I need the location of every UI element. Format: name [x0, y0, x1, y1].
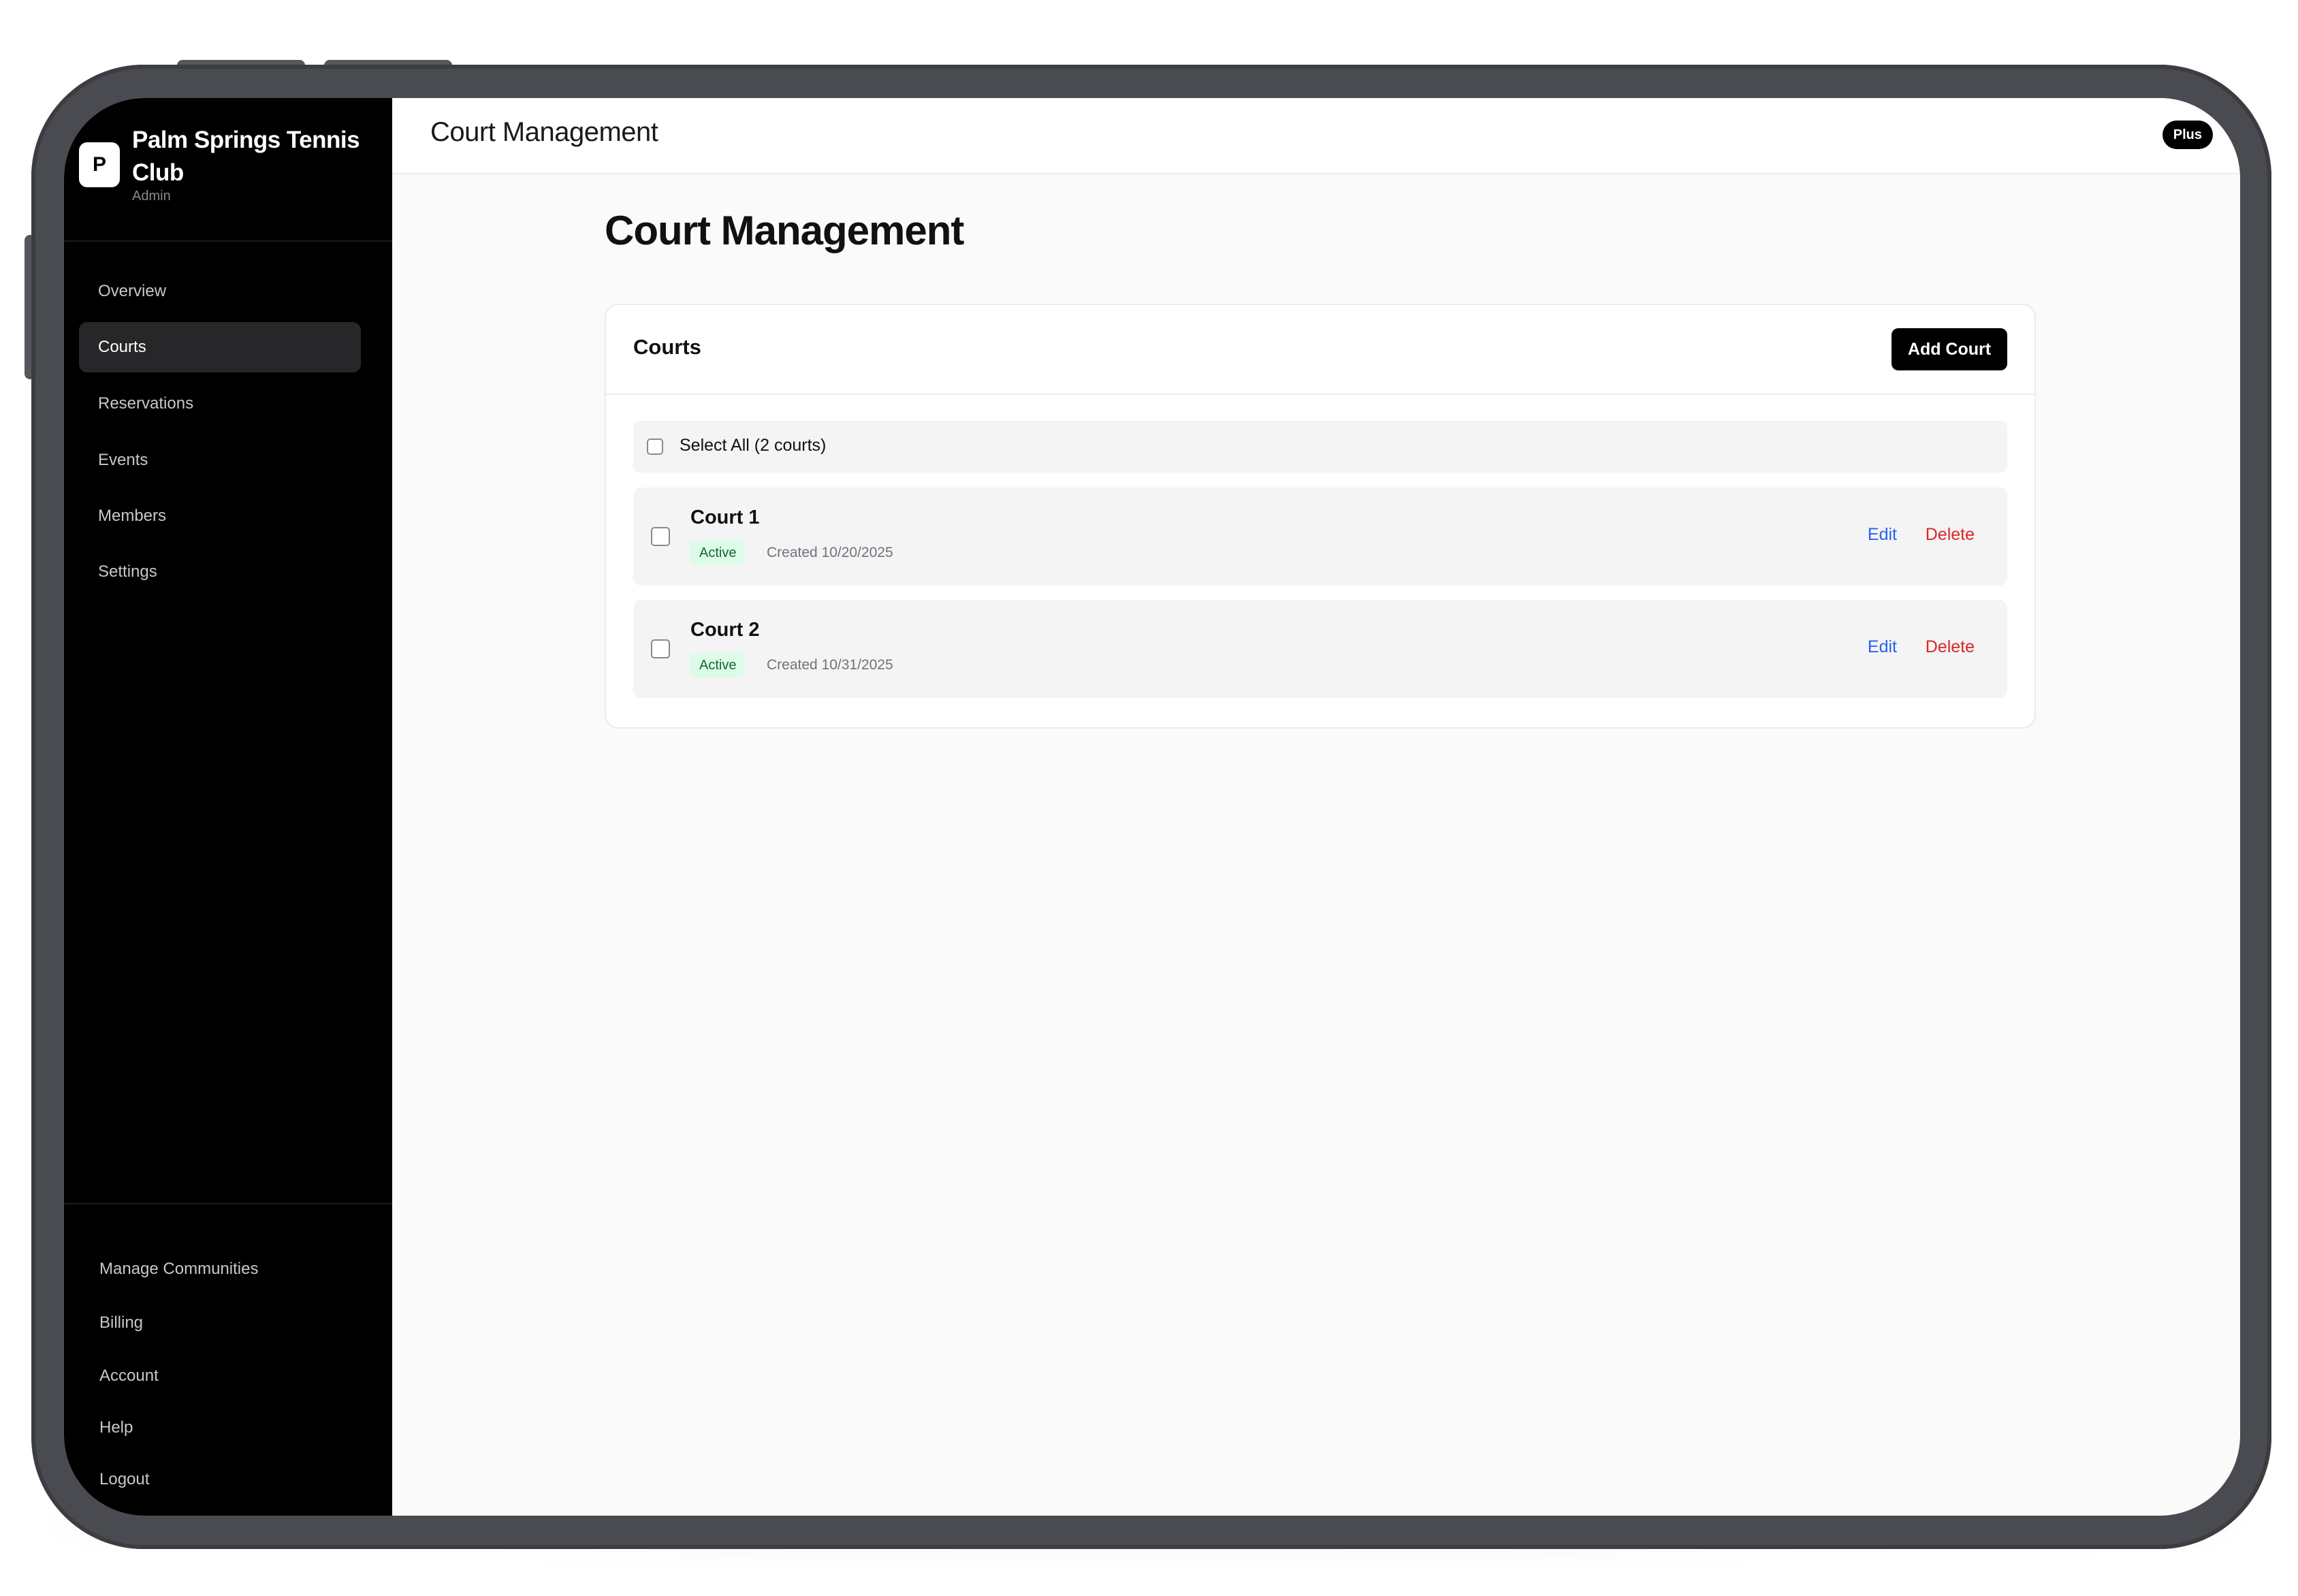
sidebar-item-settings[interactable]: Settings [79, 547, 361, 597]
sidebar-item-manage-communities[interactable]: Manage Communities [99, 1256, 258, 1283]
sidebar-item-help[interactable]: Help [99, 1414, 133, 1441]
sidebar-item-events[interactable]: Events [79, 435, 361, 485]
select-all-checkbox[interactable] [647, 438, 663, 455]
user-role: Admin [132, 189, 171, 204]
sidebar: P Palm Springs Tennis Club Admin Overvie… [64, 98, 392, 1516]
app-screen: P Palm Springs Tennis Club Admin Overvie… [64, 98, 2240, 1516]
court-name: Court 2 [690, 619, 760, 641]
court-row: Court 1 Active Created 10/20/2025 Edit D… [633, 488, 2007, 586]
tablet-frame: P Palm Springs Tennis Club Admin Overvie… [31, 65, 2271, 1549]
courts-card-title: Courts [633, 335, 701, 359]
sidebar-item-members[interactable]: Members [79, 491, 361, 541]
court-1-checkbox[interactable] [651, 527, 670, 546]
sidebar-item-overview[interactable]: Overview [79, 266, 361, 317]
plan-badge: Plus [2162, 121, 2213, 149]
created-date: Created 10/31/2025 [767, 657, 893, 673]
page-title: Court Management [605, 208, 964, 253]
select-all-label[interactable]: Select All (2 courts) [680, 436, 826, 456]
sidebar-item-billing[interactable]: Billing [99, 1309, 143, 1337]
add-court-button[interactable]: Add Court [1892, 328, 2007, 370]
courts-card-header: Courts Add Court [606, 305, 2034, 395]
club-logo-icon: P [79, 142, 120, 187]
sidebar-item-courts[interactable]: Courts [79, 322, 361, 372]
edit-court-1-button[interactable]: Edit [1868, 525, 1897, 545]
status-badge: Active [690, 653, 746, 677]
club-brand: P Palm Springs Tennis Club Admin [64, 98, 392, 242]
sidebar-item-reservations[interactable]: Reservations [79, 379, 361, 429]
delete-court-2-button[interactable]: Delete [1926, 637, 1975, 657]
status-badge: Active [690, 541, 746, 565]
court-2-checkbox[interactable] [651, 639, 670, 658]
club-name: Palm Springs Tennis Club [132, 127, 360, 186]
created-date: Created 10/20/2025 [767, 545, 893, 560]
top-header: Court Management Plus [392, 98, 2240, 174]
edit-court-2-button[interactable]: Edit [1868, 637, 1897, 657]
header-title: Court Management [430, 117, 658, 147]
delete-court-1-button[interactable]: Delete [1926, 525, 1975, 545]
court-name: Court 1 [690, 507, 760, 528]
sidebar-item-account[interactable]: Account [99, 1362, 159, 1390]
sidebar-divider [64, 1203, 392, 1204]
courts-card: Courts Add Court Select All (2 courts) C… [605, 304, 2036, 729]
court-row: Court 2 Active Created 10/31/2025 Edit D… [633, 600, 2007, 698]
sidebar-item-logout[interactable]: Logout [99, 1466, 149, 1493]
select-all-row: Select All (2 courts) [633, 421, 2007, 473]
